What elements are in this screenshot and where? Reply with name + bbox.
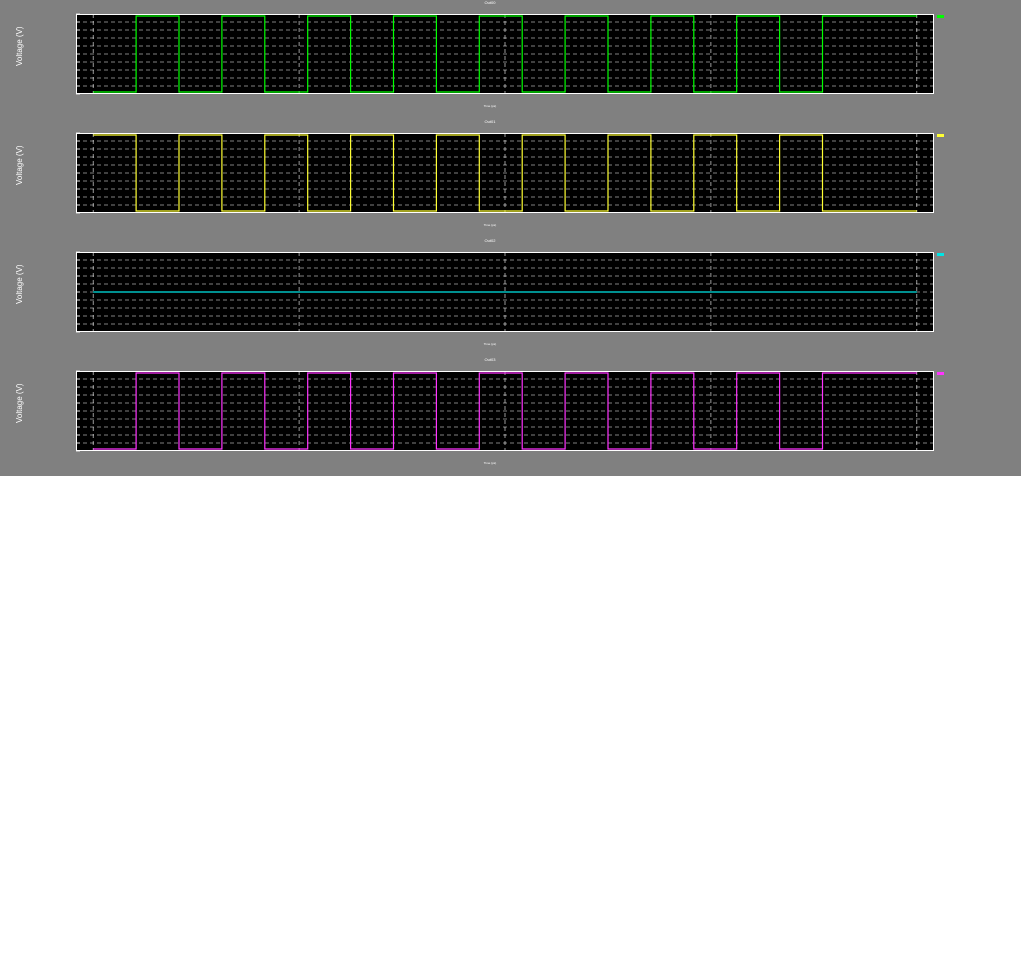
chart-title: Out02 <box>484 238 496 243</box>
legend-swatch <box>937 372 944 375</box>
waveform-panel-out02: Out02 Voltage (V) Time (ps) <box>0 238 1021 357</box>
legend-swatch <box>937 15 944 18</box>
waveform-panel-out00: Out00 Voltage (V) Time (ps) <box>0 0 1021 119</box>
x-axis-label: Time (ps) <box>483 223 497 227</box>
chart-title: Out01 <box>484 119 496 124</box>
legend-swatch <box>937 134 944 137</box>
legend-swatch <box>937 253 944 256</box>
x-axis-label: Time (ps) <box>483 342 497 346</box>
chart-title: Out03 <box>484 357 496 362</box>
y-axis-label: Voltage (V) <box>15 383 24 423</box>
waveform-panel-out01: Out01 Voltage (V) Time (ps) <box>0 119 1021 238</box>
scope-window: Out00 Voltage (V) Time (ps) Out01 Voltag… <box>0 0 1021 476</box>
plot-area <box>76 370 934 452</box>
plot-area <box>76 132 934 214</box>
x-axis-label: Time (ps) <box>483 104 497 108</box>
plot-area <box>76 251 934 333</box>
y-axis-label: Voltage (V) <box>15 26 24 66</box>
y-axis-label: Voltage (V) <box>15 145 24 185</box>
chart-title: Out00 <box>484 0 496 5</box>
plot-area <box>76 13 934 95</box>
x-axis-label: Time (ps) <box>483 461 497 465</box>
y-axis-label: Voltage (V) <box>15 264 24 304</box>
waveform-panel-out03: Out03 Voltage (V) Time (ps) <box>0 357 1021 476</box>
